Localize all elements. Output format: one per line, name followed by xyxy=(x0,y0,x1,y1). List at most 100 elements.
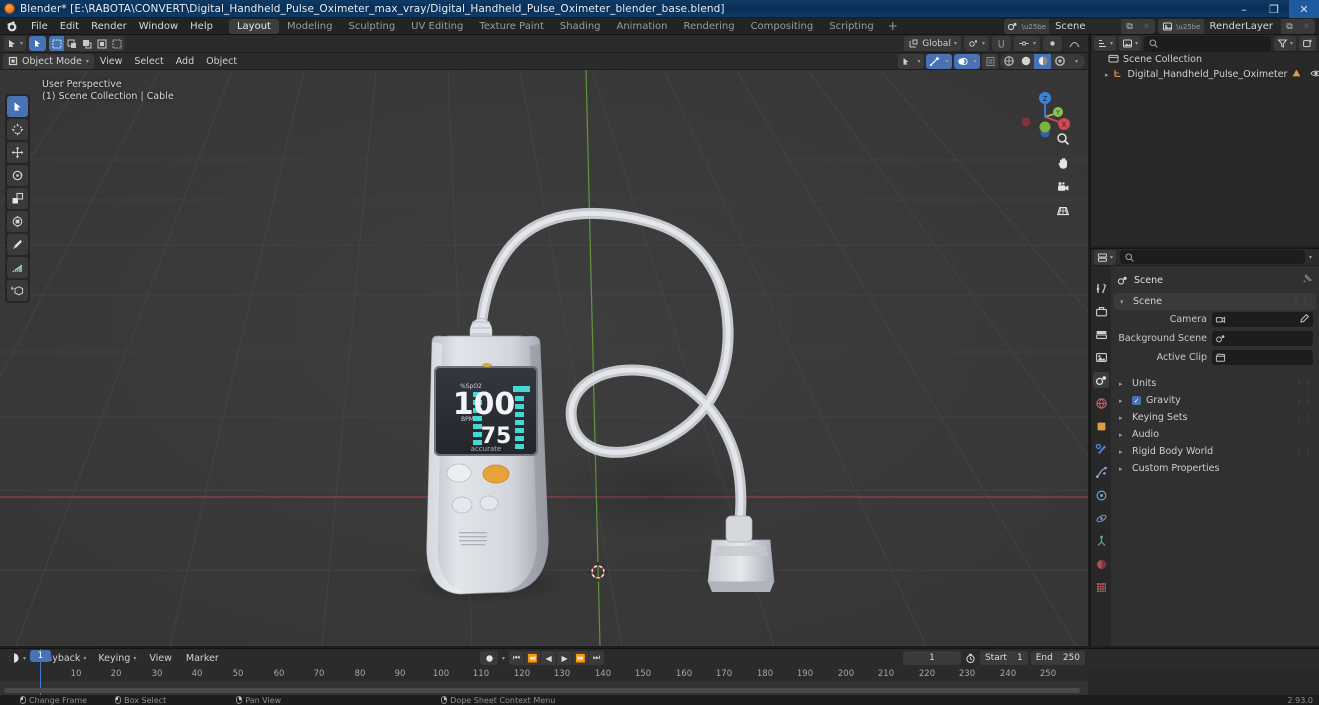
tab-modeling[interactable]: Modeling xyxy=(279,19,341,34)
pin-icon[interactable] xyxy=(1302,273,1313,287)
falloff-curve-icon[interactable] xyxy=(1065,36,1084,51)
constraints-tab-icon[interactable] xyxy=(1093,510,1109,526)
particles-tab-icon[interactable] xyxy=(1093,464,1109,480)
select-invert-icon[interactable] xyxy=(94,36,110,51)
visibility-selectability-dropdown[interactable]: ▾ xyxy=(898,53,924,69)
timeline-ruler[interactable]: 10 20 30 40 50 60 70 80 90 100 110 120 1… xyxy=(0,667,1088,681)
add-workspace-button[interactable]: + xyxy=(882,19,904,34)
viewlayer-remove-button[interactable]: ✕ xyxy=(1298,19,1315,34)
modifier-tab-icon[interactable] xyxy=(1093,441,1109,457)
outliner-editor-type-button[interactable]: ▾ xyxy=(1094,35,1117,51)
measure-tool-icon[interactable] xyxy=(7,257,28,278)
object-expander-icon[interactable]: ▸ xyxy=(1105,71,1109,79)
select-set-icon[interactable] xyxy=(49,36,65,51)
tab-sculpting[interactable]: Sculpting xyxy=(340,19,403,34)
ortho-perspective-icon[interactable] xyxy=(1054,202,1071,219)
add-cube-tool-icon[interactable] xyxy=(7,280,28,301)
timeline-editor-type-button[interactable]: ▾ xyxy=(4,650,30,666)
play-button[interactable]: ▶ xyxy=(557,651,573,665)
xray-toggle[interactable] xyxy=(982,53,998,69)
material-tab-icon[interactable] xyxy=(1093,556,1109,572)
shading-rendered-button[interactable] xyxy=(1051,54,1068,69)
tab-rendering[interactable]: Rendering xyxy=(675,19,742,34)
object-tab-icon[interactable] xyxy=(1093,418,1109,434)
proportional-falloff-button[interactable] xyxy=(1043,36,1062,51)
panel-header-keying-sets[interactable]: ▸ Keying Sets ⋮⋮ xyxy=(1111,409,1319,426)
panel-header-units[interactable]: ▸ Units ⋮⋮ xyxy=(1111,375,1319,392)
current-frame-field[interactable]: 1 xyxy=(902,651,961,665)
panel-header-rigid-body-world[interactable]: ▸ Rigid Body World ⋮⋮ xyxy=(1111,443,1319,460)
outliner-row-scene-collection[interactable]: Scene Collection xyxy=(1091,52,1319,67)
menu-window[interactable]: Window xyxy=(133,19,184,34)
scene-unlink-button[interactable]: ✕ xyxy=(1138,19,1156,34)
snap-toggle-button[interactable] xyxy=(991,36,1011,51)
end-frame-field[interactable]: End 250 xyxy=(1030,651,1085,665)
show-overlays-toggle[interactable]: ▾ xyxy=(954,53,980,69)
transform-tool-icon[interactable] xyxy=(7,211,28,232)
tab-scripting[interactable]: Scripting xyxy=(821,19,881,34)
timeline-menu-view[interactable]: View xyxy=(144,651,177,666)
viewlayer-selector[interactable]: \u25be RenderLayer ⧉ ✕ xyxy=(1158,19,1315,34)
panel-header-custom-properties[interactable]: ▸ Custom Properties xyxy=(1111,460,1319,477)
tweak-tool-icon[interactable] xyxy=(7,96,28,117)
viewport-menu-view[interactable]: View xyxy=(94,54,129,69)
outliner-row-object[interactable]: ▸ Digital_Handheld_Pulse_Oximeter xyxy=(1091,67,1319,82)
render-tab-icon[interactable] xyxy=(1093,303,1109,319)
gravity-checkbox[interactable]: ✓ xyxy=(1132,396,1141,405)
scale-tool-icon[interactable] xyxy=(7,188,28,209)
output-tab-icon[interactable] xyxy=(1093,326,1109,342)
cursor-tool-icon[interactable] xyxy=(7,119,28,140)
select-tool-button[interactable] xyxy=(29,36,47,51)
properties-editor[interactable]: ▾ ▾ Scene ▾ Scene ⋮⋮ Camera Background S… xyxy=(1090,248,1319,646)
auto-keying-caret-icon[interactable]: ▾ xyxy=(502,655,505,662)
keying-dropdown[interactable]: Keying ▾ xyxy=(94,651,140,666)
viewport-canvas[interactable]: %SpO2 BPM 100 75 accurate User Perspecti… xyxy=(0,70,1088,646)
start-frame-field[interactable]: Start 1 xyxy=(979,651,1028,665)
viewport-menu-select[interactable]: Select xyxy=(128,54,169,69)
properties-editor-type-button[interactable]: ▾ xyxy=(1094,249,1117,265)
outliner-editor[interactable]: ▾ ▾ ▾ Scene Collection ▸ Digital_Handhel… xyxy=(1090,35,1319,246)
maximize-button[interactable]: ❐ xyxy=(1259,0,1289,18)
data-tab-icon[interactable] xyxy=(1093,533,1109,549)
texture-tab-icon[interactable] xyxy=(1093,579,1109,595)
camera-view-icon[interactable] xyxy=(1054,178,1071,195)
play-reverse-button[interactable]: ◀ xyxy=(541,651,557,665)
transform-orientation-dropdown[interactable]: Global ▾ xyxy=(904,36,961,51)
object-data-icon[interactable] xyxy=(1291,68,1302,82)
active-clip-field[interactable] xyxy=(1212,350,1313,365)
tool-tab-icon[interactable] xyxy=(1093,280,1109,296)
properties-search-input[interactable] xyxy=(1120,250,1305,264)
scene-new-button[interactable]: ⧉ xyxy=(1121,19,1139,34)
tab-layout[interactable]: Layout xyxy=(228,18,279,34)
outliner-display-mode-dropdown[interactable]: ▾ xyxy=(1119,35,1142,51)
panel-header-scene[interactable]: ▾ Scene ⋮⋮ xyxy=(1114,293,1316,310)
annotate-tool-icon[interactable] xyxy=(7,234,28,255)
outliner-search-input[interactable] xyxy=(1144,35,1271,51)
select-intersect-icon[interactable] xyxy=(109,36,125,51)
jump-start-button[interactable]: ⏮ xyxy=(509,651,525,665)
jump-end-button[interactable]: ⏭ xyxy=(589,651,605,665)
shading-solid-button[interactable] xyxy=(1017,54,1034,69)
show-gizmo-toggle[interactable]: ▾ xyxy=(926,53,952,69)
shading-wireframe-button[interactable] xyxy=(1000,54,1017,69)
minimize-button[interactable]: – xyxy=(1229,0,1259,18)
eyedropper-icon[interactable] xyxy=(1299,313,1310,327)
proportional-editing-dropdown[interactable]: ▾ xyxy=(1013,36,1040,51)
menu-file[interactable]: File xyxy=(25,19,54,34)
panel-header-gravity[interactable]: ▸ ✓ Gravity ⋮⋮ xyxy=(1111,392,1319,409)
tab-shading[interactable]: Shading xyxy=(552,19,609,34)
tab-animation[interactable]: Animation xyxy=(609,19,676,34)
auto-keying-button[interactable] xyxy=(480,651,498,665)
blender-app-icon[interactable] xyxy=(5,19,19,33)
visibility-eye-icon[interactable] xyxy=(1310,69,1319,81)
active-tool-icon[interactable]: ▾ xyxy=(4,36,27,51)
select-extend-icon[interactable] xyxy=(64,36,80,51)
menu-help[interactable]: Help xyxy=(184,19,219,34)
viewport-3d[interactable]: Object Mode ▾ View Select Add Object ▾ ▾… xyxy=(0,53,1088,646)
timeline-horizontal-scrollbar[interactable] xyxy=(4,688,1080,693)
viewlayer-new-button[interactable]: ⧉ xyxy=(1281,19,1298,34)
prev-keyframe-button[interactable]: ⏪ xyxy=(525,651,541,665)
scene-selector[interactable]: \u25be Scene ⧉ ✕ xyxy=(1003,19,1156,34)
world-tab-icon[interactable] xyxy=(1093,395,1109,411)
shading-material-button[interactable] xyxy=(1034,53,1051,69)
